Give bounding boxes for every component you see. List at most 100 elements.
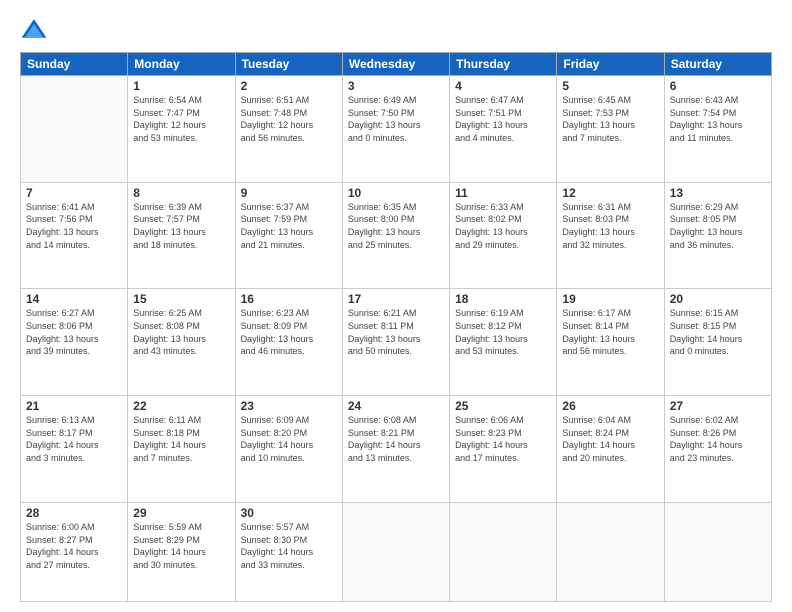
day-info: Sunrise: 6:51 AM Sunset: 7:48 PM Dayligh… bbox=[241, 94, 337, 144]
day-cell: 8Sunrise: 6:39 AM Sunset: 7:57 PM Daylig… bbox=[128, 182, 235, 289]
day-cell: 26Sunrise: 6:04 AM Sunset: 8:24 PM Dayli… bbox=[557, 396, 664, 503]
logo-icon bbox=[20, 16, 48, 44]
day-number: 1 bbox=[133, 79, 229, 93]
week-row-1: 1Sunrise: 6:54 AM Sunset: 7:47 PM Daylig… bbox=[21, 76, 772, 183]
day-cell: 7Sunrise: 6:41 AM Sunset: 7:56 PM Daylig… bbox=[21, 182, 128, 289]
col-header-tuesday: Tuesday bbox=[235, 53, 342, 76]
day-info: Sunrise: 6:37 AM Sunset: 7:59 PM Dayligh… bbox=[241, 201, 337, 251]
day-number: 25 bbox=[455, 399, 551, 413]
day-number: 29 bbox=[133, 506, 229, 520]
day-number: 15 bbox=[133, 292, 229, 306]
day-cell: 6Sunrise: 6:43 AM Sunset: 7:54 PM Daylig… bbox=[664, 76, 771, 183]
day-cell: 12Sunrise: 6:31 AM Sunset: 8:03 PM Dayli… bbox=[557, 182, 664, 289]
calendar-body: 1Sunrise: 6:54 AM Sunset: 7:47 PM Daylig… bbox=[21, 76, 772, 602]
day-number: 16 bbox=[241, 292, 337, 306]
day-number: 13 bbox=[670, 186, 766, 200]
day-number: 18 bbox=[455, 292, 551, 306]
day-cell: 20Sunrise: 6:15 AM Sunset: 8:15 PM Dayli… bbox=[664, 289, 771, 396]
day-number: 3 bbox=[348, 79, 444, 93]
week-row-3: 14Sunrise: 6:27 AM Sunset: 8:06 PM Dayli… bbox=[21, 289, 772, 396]
col-header-monday: Monday bbox=[128, 53, 235, 76]
day-number: 30 bbox=[241, 506, 337, 520]
col-header-sunday: Sunday bbox=[21, 53, 128, 76]
day-info: Sunrise: 6:15 AM Sunset: 8:15 PM Dayligh… bbox=[670, 307, 766, 357]
day-info: Sunrise: 6:49 AM Sunset: 7:50 PM Dayligh… bbox=[348, 94, 444, 144]
logo bbox=[20, 16, 52, 44]
day-cell: 24Sunrise: 6:08 AM Sunset: 8:21 PM Dayli… bbox=[342, 396, 449, 503]
col-header-thursday: Thursday bbox=[450, 53, 557, 76]
day-info: Sunrise: 6:04 AM Sunset: 8:24 PM Dayligh… bbox=[562, 414, 658, 464]
day-number: 22 bbox=[133, 399, 229, 413]
day-number: 11 bbox=[455, 186, 551, 200]
day-info: Sunrise: 6:23 AM Sunset: 8:09 PM Dayligh… bbox=[241, 307, 337, 357]
day-cell: 21Sunrise: 6:13 AM Sunset: 8:17 PM Dayli… bbox=[21, 396, 128, 503]
day-cell: 3Sunrise: 6:49 AM Sunset: 7:50 PM Daylig… bbox=[342, 76, 449, 183]
day-number: 19 bbox=[562, 292, 658, 306]
day-cell: 1Sunrise: 6:54 AM Sunset: 7:47 PM Daylig… bbox=[128, 76, 235, 183]
day-cell: 18Sunrise: 6:19 AM Sunset: 8:12 PM Dayli… bbox=[450, 289, 557, 396]
header-row: SundayMondayTuesdayWednesdayThursdayFrid… bbox=[21, 53, 772, 76]
day-cell bbox=[664, 502, 771, 601]
day-number: 2 bbox=[241, 79, 337, 93]
day-cell: 2Sunrise: 6:51 AM Sunset: 7:48 PM Daylig… bbox=[235, 76, 342, 183]
week-row-4: 21Sunrise: 6:13 AM Sunset: 8:17 PM Dayli… bbox=[21, 396, 772, 503]
day-number: 10 bbox=[348, 186, 444, 200]
day-info: Sunrise: 6:11 AM Sunset: 8:18 PM Dayligh… bbox=[133, 414, 229, 464]
day-number: 17 bbox=[348, 292, 444, 306]
day-info: Sunrise: 6:21 AM Sunset: 8:11 PM Dayligh… bbox=[348, 307, 444, 357]
day-info: Sunrise: 6:47 AM Sunset: 7:51 PM Dayligh… bbox=[455, 94, 551, 144]
day-cell: 19Sunrise: 6:17 AM Sunset: 8:14 PM Dayli… bbox=[557, 289, 664, 396]
col-header-friday: Friday bbox=[557, 53, 664, 76]
day-cell bbox=[21, 76, 128, 183]
day-cell: 30Sunrise: 5:57 AM Sunset: 8:30 PM Dayli… bbox=[235, 502, 342, 601]
day-cell: 23Sunrise: 6:09 AM Sunset: 8:20 PM Dayli… bbox=[235, 396, 342, 503]
day-number: 14 bbox=[26, 292, 122, 306]
day-number: 7 bbox=[26, 186, 122, 200]
day-info: Sunrise: 6:19 AM Sunset: 8:12 PM Dayligh… bbox=[455, 307, 551, 357]
day-cell: 17Sunrise: 6:21 AM Sunset: 8:11 PM Dayli… bbox=[342, 289, 449, 396]
day-number: 9 bbox=[241, 186, 337, 200]
day-number: 4 bbox=[455, 79, 551, 93]
calendar-header: SundayMondayTuesdayWednesdayThursdayFrid… bbox=[21, 53, 772, 76]
day-info: Sunrise: 6:09 AM Sunset: 8:20 PM Dayligh… bbox=[241, 414, 337, 464]
day-number: 28 bbox=[26, 506, 122, 520]
day-cell: 9Sunrise: 6:37 AM Sunset: 7:59 PM Daylig… bbox=[235, 182, 342, 289]
day-number: 5 bbox=[562, 79, 658, 93]
day-cell: 4Sunrise: 6:47 AM Sunset: 7:51 PM Daylig… bbox=[450, 76, 557, 183]
day-cell: 27Sunrise: 6:02 AM Sunset: 8:26 PM Dayli… bbox=[664, 396, 771, 503]
day-number: 12 bbox=[562, 186, 658, 200]
day-cell: 22Sunrise: 6:11 AM Sunset: 8:18 PM Dayli… bbox=[128, 396, 235, 503]
day-cell bbox=[342, 502, 449, 601]
day-number: 24 bbox=[348, 399, 444, 413]
day-info: Sunrise: 6:27 AM Sunset: 8:06 PM Dayligh… bbox=[26, 307, 122, 357]
week-row-5: 28Sunrise: 6:00 AM Sunset: 8:27 PM Dayli… bbox=[21, 502, 772, 601]
day-info: Sunrise: 6:13 AM Sunset: 8:17 PM Dayligh… bbox=[26, 414, 122, 464]
day-info: Sunrise: 6:02 AM Sunset: 8:26 PM Dayligh… bbox=[670, 414, 766, 464]
day-cell: 28Sunrise: 6:00 AM Sunset: 8:27 PM Dayli… bbox=[21, 502, 128, 601]
day-info: Sunrise: 6:08 AM Sunset: 8:21 PM Dayligh… bbox=[348, 414, 444, 464]
header bbox=[20, 16, 772, 44]
day-cell: 25Sunrise: 6:06 AM Sunset: 8:23 PM Dayli… bbox=[450, 396, 557, 503]
day-info: Sunrise: 6:41 AM Sunset: 7:56 PM Dayligh… bbox=[26, 201, 122, 251]
day-cell: 13Sunrise: 6:29 AM Sunset: 8:05 PM Dayli… bbox=[664, 182, 771, 289]
day-number: 27 bbox=[670, 399, 766, 413]
day-info: Sunrise: 6:06 AM Sunset: 8:23 PM Dayligh… bbox=[455, 414, 551, 464]
day-cell: 16Sunrise: 6:23 AM Sunset: 8:09 PM Dayli… bbox=[235, 289, 342, 396]
day-cell: 5Sunrise: 6:45 AM Sunset: 7:53 PM Daylig… bbox=[557, 76, 664, 183]
day-info: Sunrise: 5:59 AM Sunset: 8:29 PM Dayligh… bbox=[133, 521, 229, 571]
day-cell: 10Sunrise: 6:35 AM Sunset: 8:00 PM Dayli… bbox=[342, 182, 449, 289]
day-cell bbox=[450, 502, 557, 601]
day-cell: 29Sunrise: 5:59 AM Sunset: 8:29 PM Dayli… bbox=[128, 502, 235, 601]
day-info: Sunrise: 6:17 AM Sunset: 8:14 PM Dayligh… bbox=[562, 307, 658, 357]
day-cell: 11Sunrise: 6:33 AM Sunset: 8:02 PM Dayli… bbox=[450, 182, 557, 289]
day-cell bbox=[557, 502, 664, 601]
day-number: 26 bbox=[562, 399, 658, 413]
day-number: 8 bbox=[133, 186, 229, 200]
day-info: Sunrise: 6:00 AM Sunset: 8:27 PM Dayligh… bbox=[26, 521, 122, 571]
day-number: 20 bbox=[670, 292, 766, 306]
day-info: Sunrise: 6:43 AM Sunset: 7:54 PM Dayligh… bbox=[670, 94, 766, 144]
day-cell: 15Sunrise: 6:25 AM Sunset: 8:08 PM Dayli… bbox=[128, 289, 235, 396]
day-info: Sunrise: 6:39 AM Sunset: 7:57 PM Dayligh… bbox=[133, 201, 229, 251]
day-number: 23 bbox=[241, 399, 337, 413]
col-header-saturday: Saturday bbox=[664, 53, 771, 76]
